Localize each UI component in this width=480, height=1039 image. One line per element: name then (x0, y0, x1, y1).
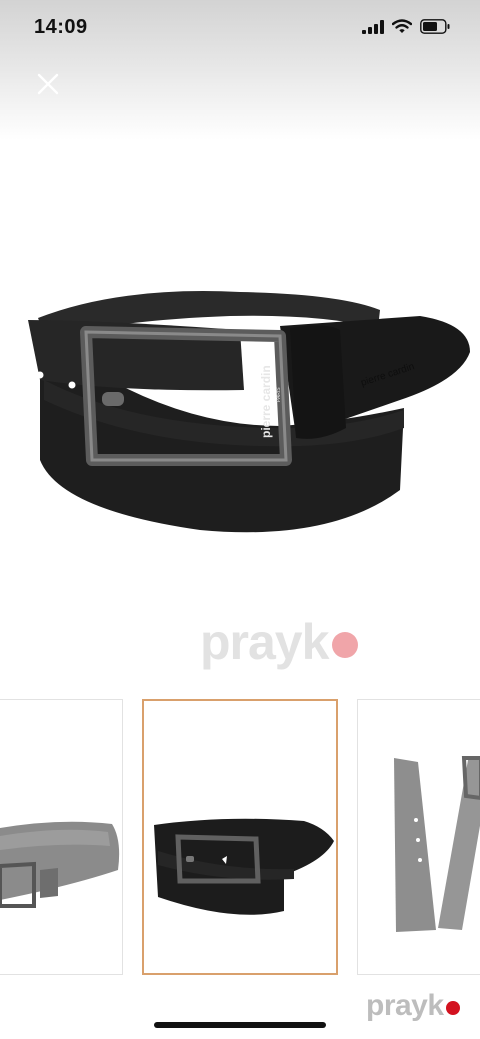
thumbnail-2-selected[interactable] (142, 699, 338, 975)
close-icon (37, 73, 59, 95)
corner-watermark: prayk (366, 988, 460, 1024)
watermark-text: prayk (200, 614, 329, 670)
corner-watermark-dot (445, 1001, 460, 1015)
home-indicator[interactable] (154, 1022, 326, 1028)
status-bar: 14:09 (0, 0, 480, 60)
corner-watermark-text: prayk (366, 989, 444, 1022)
cellular-signal-icon (362, 19, 384, 39)
watermark-dot (332, 632, 359, 658)
wifi-icon (391, 19, 413, 39)
thumbnail-3[interactable] (357, 699, 480, 975)
battery-icon (420, 19, 450, 39)
buckle-engraving-sub: PARIS (276, 387, 282, 402)
product-main-image[interactable]: pierre cardin PARIS pierre cardin (0, 260, 480, 580)
buckle-engraving: pierre cardin (259, 365, 273, 438)
close-button[interactable] (30, 66, 66, 102)
watermark-logo: prayk (200, 612, 359, 672)
status-time: 14:09 (34, 16, 88, 38)
thumbnail-1[interactable] (0, 699, 123, 975)
status-icons (362, 19, 450, 39)
